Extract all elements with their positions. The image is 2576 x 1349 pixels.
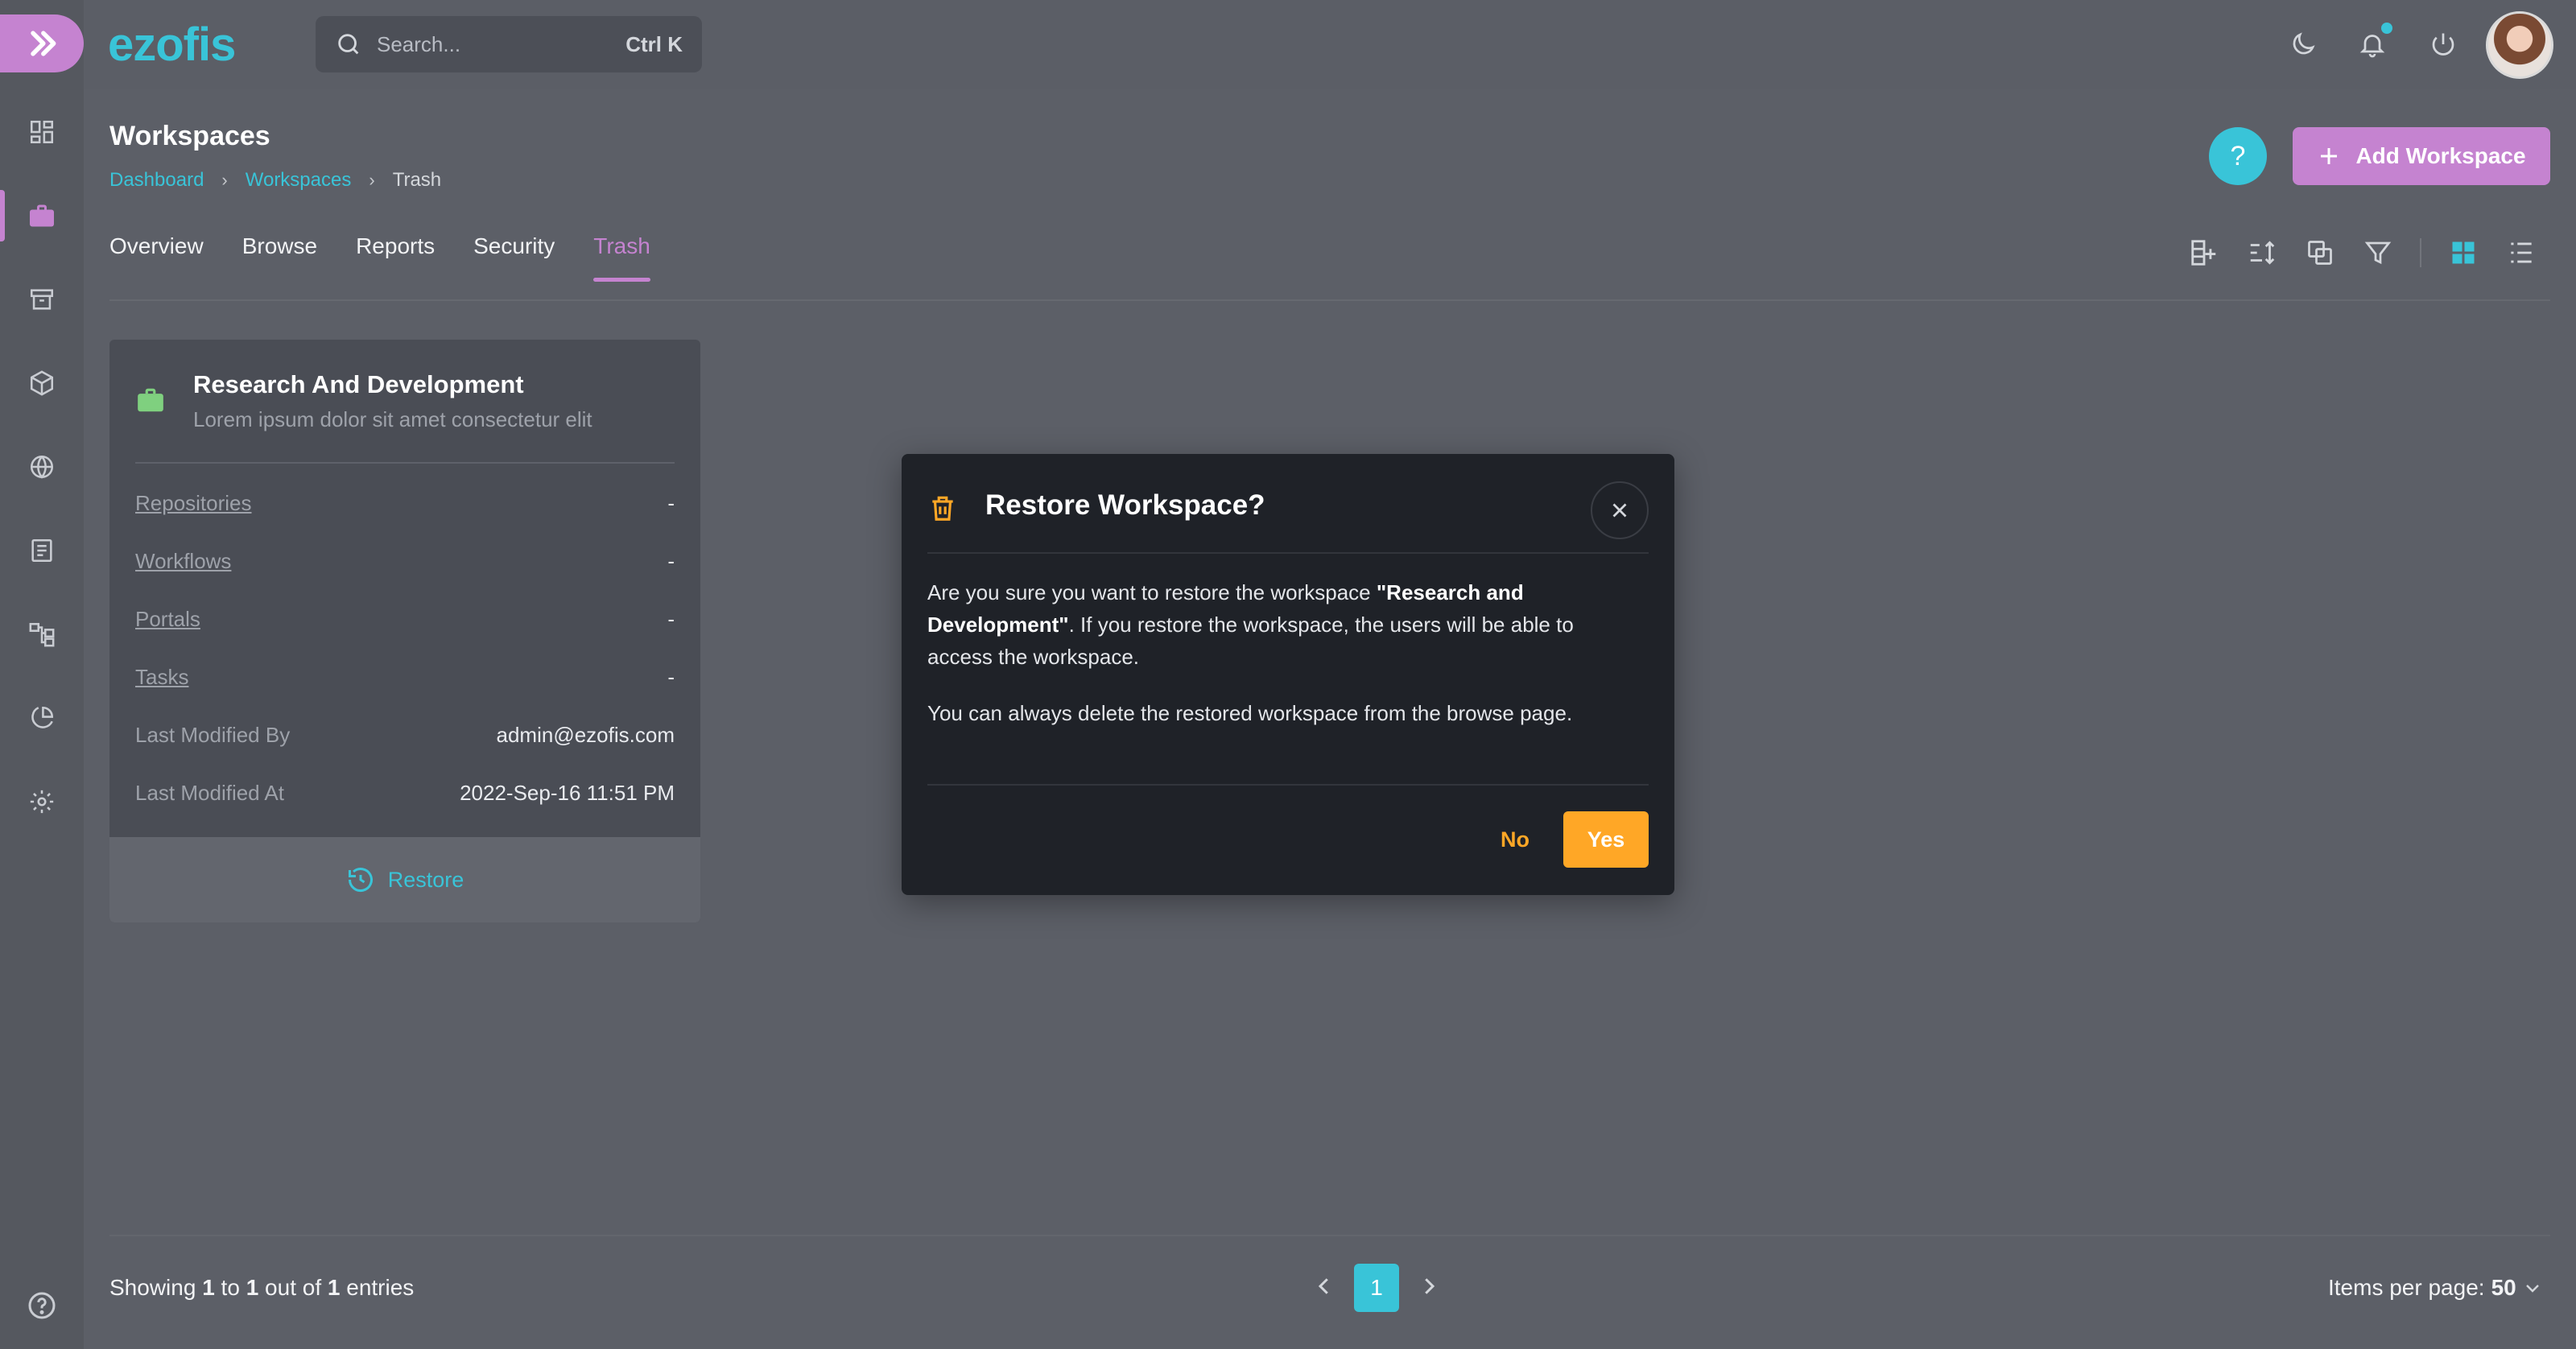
chevron-right-icon: › <box>221 170 228 190</box>
breadcrumb-workspaces[interactable]: Workspaces <box>246 169 352 192</box>
filter-icon[interactable] <box>2360 235 2396 270</box>
items-per-page-label: Items per page: <box>2328 1275 2485 1300</box>
breadcrumb: Dashboard › Workspaces › Trash <box>109 169 441 192</box>
card-row-last-modified-by: Last Modified By admin@ezofis.com <box>135 723 675 748</box>
search-placeholder: Search... <box>377 31 461 56</box>
notification-badge <box>2381 23 2392 34</box>
dialog-title: Restore Workspace? <box>985 489 1265 521</box>
tasks-link[interactable]: Tasks <box>135 665 188 690</box>
restore-history-icon <box>348 868 373 893</box>
workflows-value: - <box>667 549 675 573</box>
brand-logo[interactable]: ezofis <box>108 18 236 72</box>
card-description: Lorem ipsum dolor sit amet consectetur e… <box>193 407 592 431</box>
sidebar-active-indicator <box>0 190 5 241</box>
page-title: Workspaces <box>109 121 270 151</box>
portals-value: - <box>667 607 675 631</box>
chevron-right-icon: › <box>369 170 375 190</box>
cube-icon[interactable] <box>26 367 58 399</box>
close-icon <box>1612 503 1627 518</box>
chevron-right-icon[interactable] <box>1417 1274 1441 1302</box>
sort-icon[interactable] <box>2244 235 2280 270</box>
search-shortcut: Ctrl K <box>625 31 683 56</box>
card-title: Research And Development <box>193 370 524 398</box>
chevron-left-icon[interactable] <box>1312 1274 1336 1302</box>
tab-trash[interactable]: Trash <box>593 233 650 282</box>
page-button-current[interactable]: 1 <box>1354 1264 1399 1312</box>
dashboard-icon[interactable] <box>26 116 58 148</box>
tab-browse[interactable]: Browse <box>242 233 317 282</box>
repositories-value: - <box>667 491 675 515</box>
dialog-header-divider <box>927 552 1649 554</box>
pie-chart-icon[interactable] <box>26 702 58 734</box>
search-input[interactable]: Search... Ctrl K <box>316 16 702 72</box>
dialog-message: Are you sure you want to restore the wor… <box>927 580 1574 669</box>
grid-view-icon[interactable] <box>2446 235 2481 270</box>
last-modified-by-value: admin@ezofis.com <box>496 723 675 747</box>
search-icon <box>338 34 359 55</box>
breadcrumb-dashboard[interactable]: Dashboard <box>109 169 204 192</box>
tab-reports[interactable]: Reports <box>356 233 435 282</box>
list-view-icon[interactable] <box>2504 235 2539 270</box>
toolbar-divider <box>2420 238 2421 267</box>
yes-button[interactable]: Yes <box>1563 811 1649 868</box>
chevron-down-icon <box>2525 1285 2539 1293</box>
plus-icon <box>2321 148 2338 164</box>
group-icon[interactable] <box>2302 235 2338 270</box>
sidebar <box>0 0 84 1349</box>
tabs-divider <box>109 299 2550 301</box>
portals-link[interactable]: Portals <box>135 607 200 632</box>
dialog-body: Are you sure you want to restore the wor… <box>927 576 1636 753</box>
card-divider <box>135 462 675 464</box>
trash-icon <box>927 493 958 527</box>
tasks-value: - <box>667 665 675 689</box>
workflows-link[interactable]: Workflows <box>135 549 231 574</box>
help-button[interactable]: ? <box>2209 127 2267 185</box>
last-modified-by-label: Last Modified By <box>135 723 291 747</box>
card-row-tasks: Tasks - <box>135 665 675 690</box>
last-modified-at-value: 2022-Sep-16 11:51 PM <box>460 781 675 805</box>
add-workspace-button[interactable]: Add Workspace <box>2293 127 2550 185</box>
restore-workspace-dialog: Restore Workspace? Are you sure you want… <box>902 454 1674 895</box>
briefcase-icon <box>135 385 166 419</box>
no-button[interactable]: No <box>1475 811 1555 868</box>
tab-overview[interactable]: Overview <box>109 233 204 282</box>
breadcrumb-current: Trash <box>392 169 442 191</box>
repositories-link[interactable]: Repositories <box>135 491 252 516</box>
help-circle-icon[interactable] <box>26 1289 58 1326</box>
expand-menu-button[interactable] <box>0 14 84 72</box>
card-row-repositories: Repositories - <box>135 491 675 516</box>
archive-icon[interactable] <box>26 283 58 316</box>
power-icon[interactable] <box>2425 26 2462 63</box>
dialog-note: You can always delete the restored works… <box>927 701 1573 725</box>
dialog-footer-divider <box>927 784 1649 786</box>
settings-gear-icon[interactable] <box>26 786 58 818</box>
restore-button[interactable]: Restore <box>109 837 700 922</box>
footer-divider <box>109 1235 2550 1236</box>
globe-icon[interactable] <box>26 451 58 483</box>
card-row-portals: Portals - <box>135 607 675 632</box>
last-modified-at-label: Last Modified At <box>135 781 284 805</box>
document-list-icon[interactable] <box>26 534 58 567</box>
double-chevron-right-icon <box>31 31 56 56</box>
add-workspace-label: Add Workspace <box>2355 143 2526 168</box>
tab-security[interactable]: Security <box>473 233 555 282</box>
items-per-page-select[interactable]: Items per page: 50 <box>2328 1275 2542 1301</box>
workspaces-briefcase-icon[interactable] <box>26 200 58 232</box>
workspace-card[interactable]: Research And Development Lorem ipsum dol… <box>109 340 700 922</box>
add-column-icon[interactable] <box>2186 235 2222 270</box>
items-per-page-value: 50 <box>2491 1275 2516 1300</box>
workflow-icon[interactable] <box>26 618 58 650</box>
showing-entries-text: Showing 1 to 1 out of 1 entries <box>109 1275 415 1300</box>
restore-label: Restore <box>387 867 464 892</box>
avatar[interactable] <box>2486 11 2553 79</box>
card-row-workflows: Workflows - <box>135 549 675 574</box>
tabs: Overview Browse Reports Security Trash <box>109 233 650 282</box>
moon-icon[interactable] <box>2285 26 2322 63</box>
pagination: 1 <box>1312 1264 1441 1312</box>
card-row-last-modified-at: Last Modified At 2022-Sep-16 11:51 PM <box>135 781 675 806</box>
close-button[interactable] <box>1591 481 1649 539</box>
